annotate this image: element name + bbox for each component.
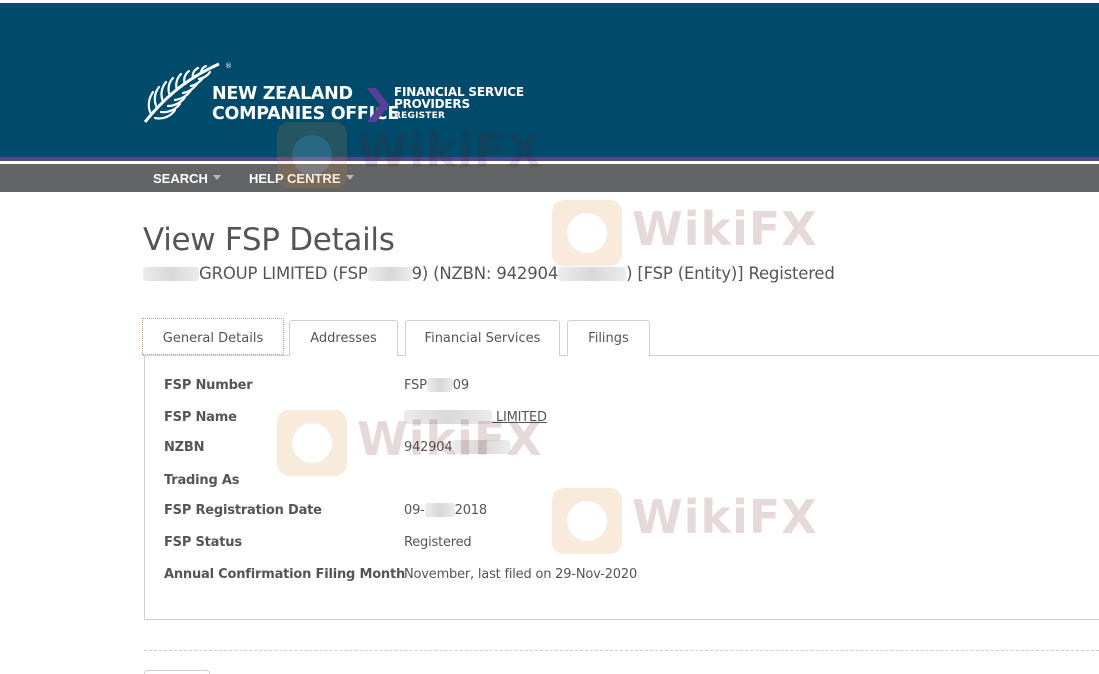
redacted-block: [367, 266, 412, 281]
watermark-text: WikiFX: [632, 202, 818, 256]
silver-fern-icon: [143, 62, 220, 123]
entity-summary-part1: GROUP LIMITED (FSP: [199, 264, 368, 283]
annual-filing-value: November, last filed on 29-Nov-2020: [404, 567, 638, 582]
fsp-number-prefix: FSP: [404, 378, 427, 393]
nav-search-label: SEARCH: [153, 171, 208, 186]
wikifx-watermark: WikiFX: [550, 198, 817, 272]
fsp-name-label: FSP Name: [164, 410, 237, 425]
detail-row-nzbn: NZBN 942904: [164, 439, 1064, 460]
registration-date-label: FSP Registration Date: [164, 503, 322, 518]
tab-financial-services[interactable]: Financial Services: [405, 320, 560, 356]
companies-office-logo[interactable]: ® NEW ZEALAND COMPANIES OFFICE FINANCIAL…: [143, 62, 543, 128]
nzbn-value: 942904: [404, 439, 511, 455]
chevron-right-icon: [367, 88, 389, 122]
detail-row-status: FSP Status Registered: [164, 535, 1064, 555]
nzbn-label: NZBN: [164, 440, 205, 455]
fsp-name-suffix: LIMITED: [495, 410, 547, 425]
redacted-block: [404, 409, 492, 424]
logo-text-new-zealand: NEW ZEALAND: [212, 84, 353, 104]
page-title: View FSP Details: [143, 222, 395, 258]
trademark-mark: ®: [225, 62, 232, 70]
redacted-block: [558, 266, 627, 281]
detail-row-trading-as: Trading As: [164, 473, 1064, 493]
status-value: Registered: [404, 535, 472, 550]
header-accent-line: [0, 157, 1099, 161]
redacted-block: [426, 377, 453, 392]
detail-row-fsp-name: FSP Name LIMITED: [164, 409, 1064, 430]
caret-down-icon: [345, 175, 354, 181]
tab-addresses[interactable]: Addresses: [289, 320, 398, 356]
main-navigation: SEARCH HELP CENTRE: [0, 164, 1099, 192]
nzbn-prefix: 942904: [404, 440, 453, 455]
trading-as-label: Trading As: [164, 473, 240, 488]
nav-help-centre-menu[interactable]: HELP CENTRE: [249, 164, 354, 192]
status-label: FSP Status: [164, 535, 242, 550]
detail-row-registration-date: FSP Registration Date 09- 2018: [164, 502, 1064, 523]
fsp-number-value: FSP 09: [404, 377, 469, 393]
fsp-name-value[interactable]: LIMITED: [404, 409, 547, 425]
fsp-name-link[interactable]: LIMITED: [404, 409, 547, 425]
fsp-number-label: FSP Number: [164, 378, 253, 393]
redacted-block: [143, 266, 199, 281]
wikifx-logo-icon: [552, 200, 622, 266]
tab-general-details[interactable]: General Details: [142, 318, 284, 355]
entity-summary-part3: ) [FSP (Entity)] Registered: [626, 264, 835, 283]
detail-row-annual-filing: Annual Confirmation Filing Month Novembe…: [164, 567, 1064, 587]
entity-summary: GROUP LIMITED (FSP 9) (NZBN: 942904 ) [FSP…: [143, 264, 835, 283]
register-title-line2: PROVIDERS: [394, 97, 470, 111]
tab-filings[interactable]: Filings: [567, 320, 650, 356]
annual-filing-label: Annual Confirmation Filing Month: [164, 567, 406, 582]
nav-search-menu[interactable]: SEARCH: [153, 164, 221, 192]
registration-date-suffix: 2018: [454, 503, 487, 518]
detail-row-fsp-number: FSP Number FSP 09: [164, 377, 1064, 398]
bottom-button[interactable]: [144, 670, 210, 674]
section-divider: [144, 650, 1099, 651]
redacted-block: [424, 502, 455, 517]
register-title-line3: REGISTER: [394, 111, 446, 121]
registration-date-value: 09- 2018: [404, 502, 487, 518]
redacted-block: [452, 439, 511, 454]
registration-date-prefix: 09-: [404, 503, 425, 518]
entity-summary-part2: 9) (NZBN: 942904: [411, 264, 559, 283]
nav-help-label: HELP CENTRE: [249, 171, 341, 186]
fsp-number-suffix: 09: [452, 378, 469, 393]
caret-down-icon: [212, 175, 221, 181]
